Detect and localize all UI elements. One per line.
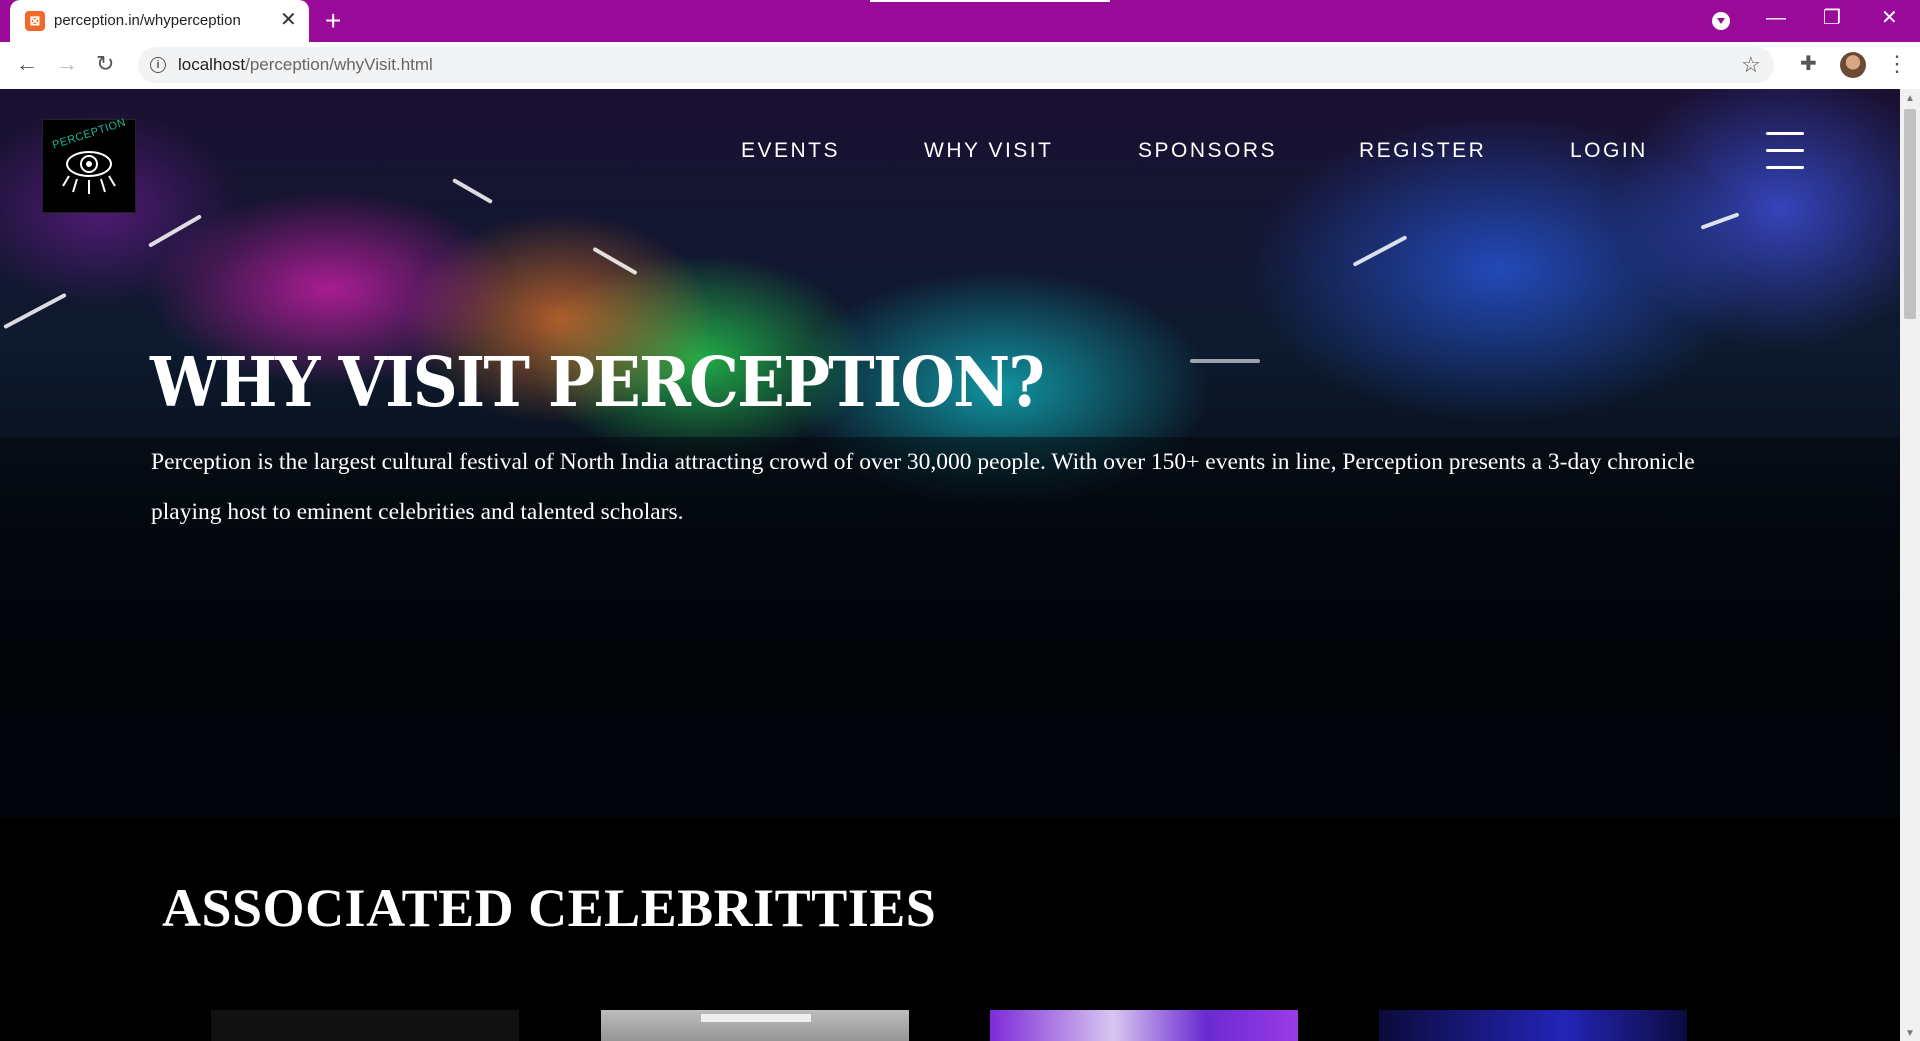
nav-login[interactable]: LOGIN: [1570, 139, 1648, 163]
tab-title: perception.in/whyperception: [54, 12, 241, 29]
close-window-button[interactable]: ✕: [1881, 6, 1898, 30]
xampp-favicon-icon: ⊠: [25, 11, 45, 31]
nav-why-visit[interactable]: WHY VISIT: [924, 139, 1053, 163]
hero-description: Perception is the largest cultural festi…: [151, 449, 1695, 525]
address-bar[interactable]: i localhost/perception/whyVisit.html ☆: [138, 47, 1774, 83]
eye-logo-icon: [62, 151, 116, 194]
reload-button[interactable]: ↻: [96, 51, 114, 77]
stage-light-beam: [1700, 212, 1740, 230]
stage-light-beam: [1190, 359, 1260, 363]
hamburger-menu-icon[interactable]: [1766, 132, 1804, 172]
scroll-thumb[interactable]: [1904, 109, 1916, 319]
celebrity-card[interactable]: [211, 1010, 519, 1041]
stage-light-beam: [148, 214, 202, 248]
browser-toolbar: ← → ↻ i localhost/perception/whyVisit.ht…: [0, 42, 1920, 90]
url-host: localhost: [178, 55, 246, 74]
scroll-down-arrow-icon[interactable]: ▼: [1905, 1028, 1915, 1039]
bookmark-star-icon[interactable]: ☆: [1741, 52, 1761, 78]
stage-light-beam: [1352, 235, 1408, 267]
profile-avatar[interactable]: [1840, 52, 1866, 78]
celebrity-card[interactable]: [990, 1010, 1298, 1041]
url-path: /perception/whyVisit.html: [245, 55, 433, 74]
hero-section: PERCEPTION EVENTS WHY VISIT SPONSORS REG…: [0, 89, 1900, 817]
window-drag-indicator: [870, 0, 1110, 2]
stage-light-beam: [452, 178, 493, 204]
scroll-up-arrow-icon[interactable]: ▲: [1905, 93, 1915, 104]
restore-button[interactable]: ❐: [1823, 6, 1841, 30]
tab-close-icon[interactable]: ✕: [280, 9, 297, 31]
url-text[interactable]: localhost/perception/whyVisit.html: [178, 55, 433, 75]
back-button[interactable]: ←: [16, 51, 38, 77]
extensions-puzzle-icon[interactable]: ✚: [1800, 51, 1817, 77]
site-logo[interactable]: PERCEPTION: [42, 116, 136, 213]
tab-search-icon[interactable]: [1712, 12, 1730, 30]
celebrity-card[interactable]: [601, 1010, 909, 1041]
browser-tab-bar: ⊠ perception.in/whyperception ✕ + — ❐ ✕: [0, 0, 1920, 42]
page-scrollbar[interactable]: ▲ ▼: [1900, 89, 1920, 1041]
stage-light-beam: [592, 246, 638, 276]
page-viewport: PERCEPTION EVENTS WHY VISIT SPONSORS REG…: [0, 89, 1900, 1041]
minimize-button[interactable]: —: [1766, 6, 1786, 30]
nav-sponsors[interactable]: SPONSORS: [1138, 139, 1277, 163]
nav-register[interactable]: REGISTER: [1359, 139, 1486, 163]
browser-tab[interactable]: ⊠ perception.in/whyperception ✕: [10, 0, 309, 42]
new-tab-button[interactable]: +: [325, 6, 341, 36]
site-info-icon[interactable]: i: [150, 57, 166, 73]
browser-menu-icon[interactable]: ⋮: [1886, 51, 1908, 77]
celebrities-section: ASSOCIATED CELEBRITTIES: [0, 817, 1900, 1041]
nav-events[interactable]: EVENTS: [741, 139, 840, 163]
celebrity-card[interactable]: [1379, 1010, 1687, 1041]
celebrities-heading: ASSOCIATED CELEBRITTIES: [162, 878, 937, 938]
page-title: WHY VISIT PERCEPTION?: [150, 343, 1045, 423]
stage-light-beam: [3, 292, 67, 330]
forward-button[interactable]: →: [56, 51, 78, 77]
